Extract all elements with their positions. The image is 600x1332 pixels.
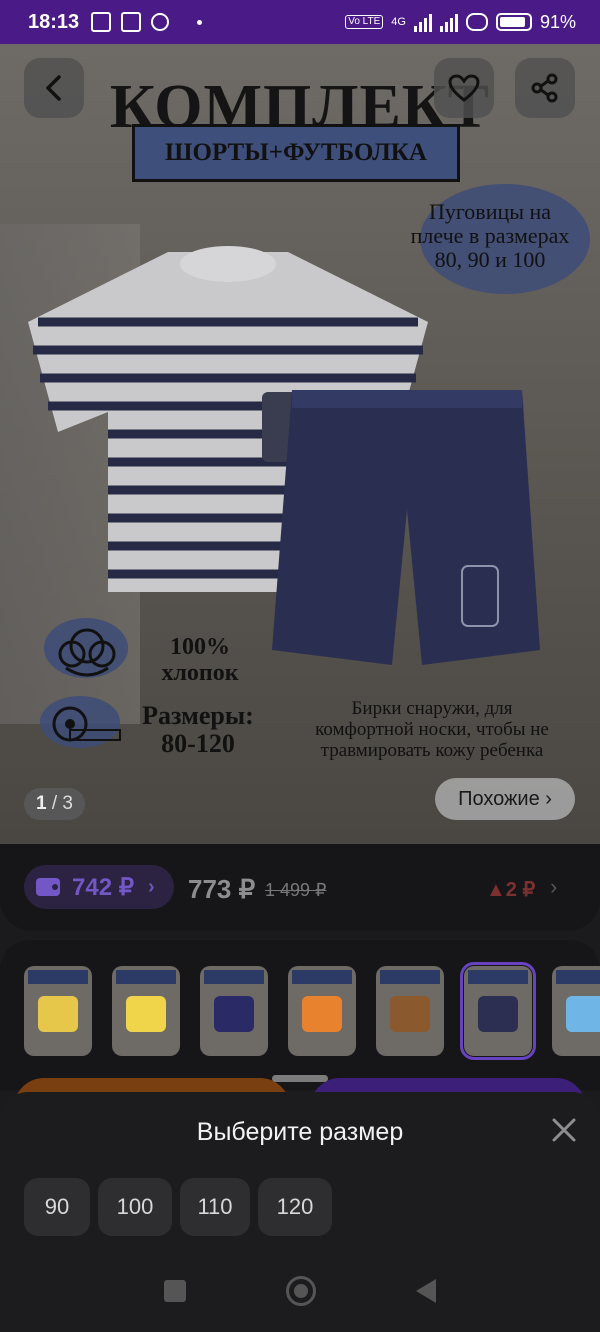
wallet-icon (36, 878, 60, 896)
more-notifications-icon (197, 19, 203, 25)
product-image-subtitle: ШОРТЫ+ФУТБОЛКА (132, 124, 460, 182)
price-row[interactable]: 742 ₽ › 773 ₽ 1 499 ₽ ▲2 ₽ › (0, 844, 600, 930)
similar-button[interactable]: Похожие › (435, 778, 575, 820)
variant-title-strip (556, 970, 600, 984)
signal-icon (413, 12, 432, 32)
old-price: 1 499 ₽ (265, 880, 327, 900)
recents-icon[interactable] (164, 1280, 186, 1302)
variant-title-strip (204, 970, 264, 984)
close-icon[interactable] (550, 1116, 578, 1144)
size-option[interactable]: 120 (258, 1178, 332, 1236)
size-sheet-title: Выберите размер (196, 1118, 404, 1146)
share-icon (531, 73, 558, 103)
color-variant-thumbnail[interactable] (552, 966, 600, 1056)
system-nav-bar (0, 1250, 600, 1332)
signal-2-icon (439, 12, 458, 32)
color-variant-thumbnail[interactable] (24, 966, 92, 1056)
link-icon (465, 13, 488, 31)
cotton-icon (58, 628, 116, 677)
note-tags: Бирки снаружи, для комфортной носки, что… (315, 698, 549, 761)
favorite-button[interactable] (434, 58, 494, 118)
color-variant-thumbnail[interactable] (112, 966, 180, 1056)
current-price: 773 ₽ (188, 874, 256, 904)
image-counter-total: / 3 (51, 793, 73, 814)
wallet-price-pill[interactable]: 742 ₽ › (24, 865, 174, 909)
battery-level: 91% (539, 11, 576, 32)
variant-garment (478, 996, 518, 1032)
variant-garment (566, 996, 600, 1032)
chevron-right-icon: › (550, 874, 558, 899)
status-time: 18:13 (28, 10, 80, 33)
chevron-left-icon (46, 75, 61, 101)
note-cotton: 100% хлопок (161, 634, 239, 686)
volte-icon: Vo LTE (345, 15, 384, 29)
variant-title-strip (28, 970, 88, 984)
variant-garment (302, 996, 342, 1032)
variant-title-strip (380, 970, 440, 984)
wallet-price: 742 ₽ (72, 873, 134, 901)
note-sizes: Размеры: 80-120 (142, 701, 254, 758)
size-option[interactable]: 110 (180, 1178, 250, 1236)
color-variant-thumbnail[interactable] (376, 966, 444, 1056)
color-variant-thumbnail[interactable] (460, 962, 536, 1060)
color-variant-thumbnail[interactable] (288, 966, 356, 1056)
back-button[interactable] (24, 58, 84, 118)
variant-garment (126, 996, 166, 1032)
measuring-tape-icon (52, 706, 121, 742)
price-change: ▲2 ₽ (486, 879, 536, 901)
battery-icon (495, 13, 532, 31)
color-variant-thumbnail[interactable] (200, 966, 268, 1056)
variant-garment (214, 996, 254, 1032)
size-option[interactable]: 90 (24, 1178, 90, 1236)
size-options: 90 100 110 120 (24, 1178, 332, 1236)
variant-title-strip (116, 970, 176, 984)
share-button[interactable] (515, 58, 575, 118)
size-option[interactable]: 100 (98, 1178, 172, 1236)
sheet-drag-handle[interactable] (272, 1075, 328, 1082)
shorts-illustration (272, 390, 540, 665)
sync-icon (151, 13, 170, 31)
image-counter: 1 / 3 (24, 788, 85, 820)
color-variants (0, 940, 600, 1090)
back-nav-icon[interactable] (416, 1279, 436, 1303)
notification-icon (91, 12, 112, 32)
network-type: 4G (391, 16, 406, 28)
variant-garment (38, 996, 78, 1032)
heart-icon (448, 74, 480, 102)
home-icon[interactable] (286, 1276, 316, 1306)
variant-title-strip (468, 970, 528, 984)
product-image[interactable]: КОМПЛЕКТ ШОРТЫ+ФУТБОЛКА Пуговицы на плеч… (0, 44, 600, 844)
variant-garment (390, 996, 430, 1032)
screen: 18:13 Vo LTE 4G 91% КОМПЛЕКТ ШОРТЫ+ФУТБО… (0, 0, 600, 1332)
app-notification-icon (121, 12, 142, 32)
status-bar: 18:13 Vo LTE 4G 91% (0, 0, 600, 44)
variant-title-strip (292, 970, 352, 984)
chevron-right-icon: › (147, 875, 155, 898)
image-counter-current: 1 (36, 793, 47, 814)
